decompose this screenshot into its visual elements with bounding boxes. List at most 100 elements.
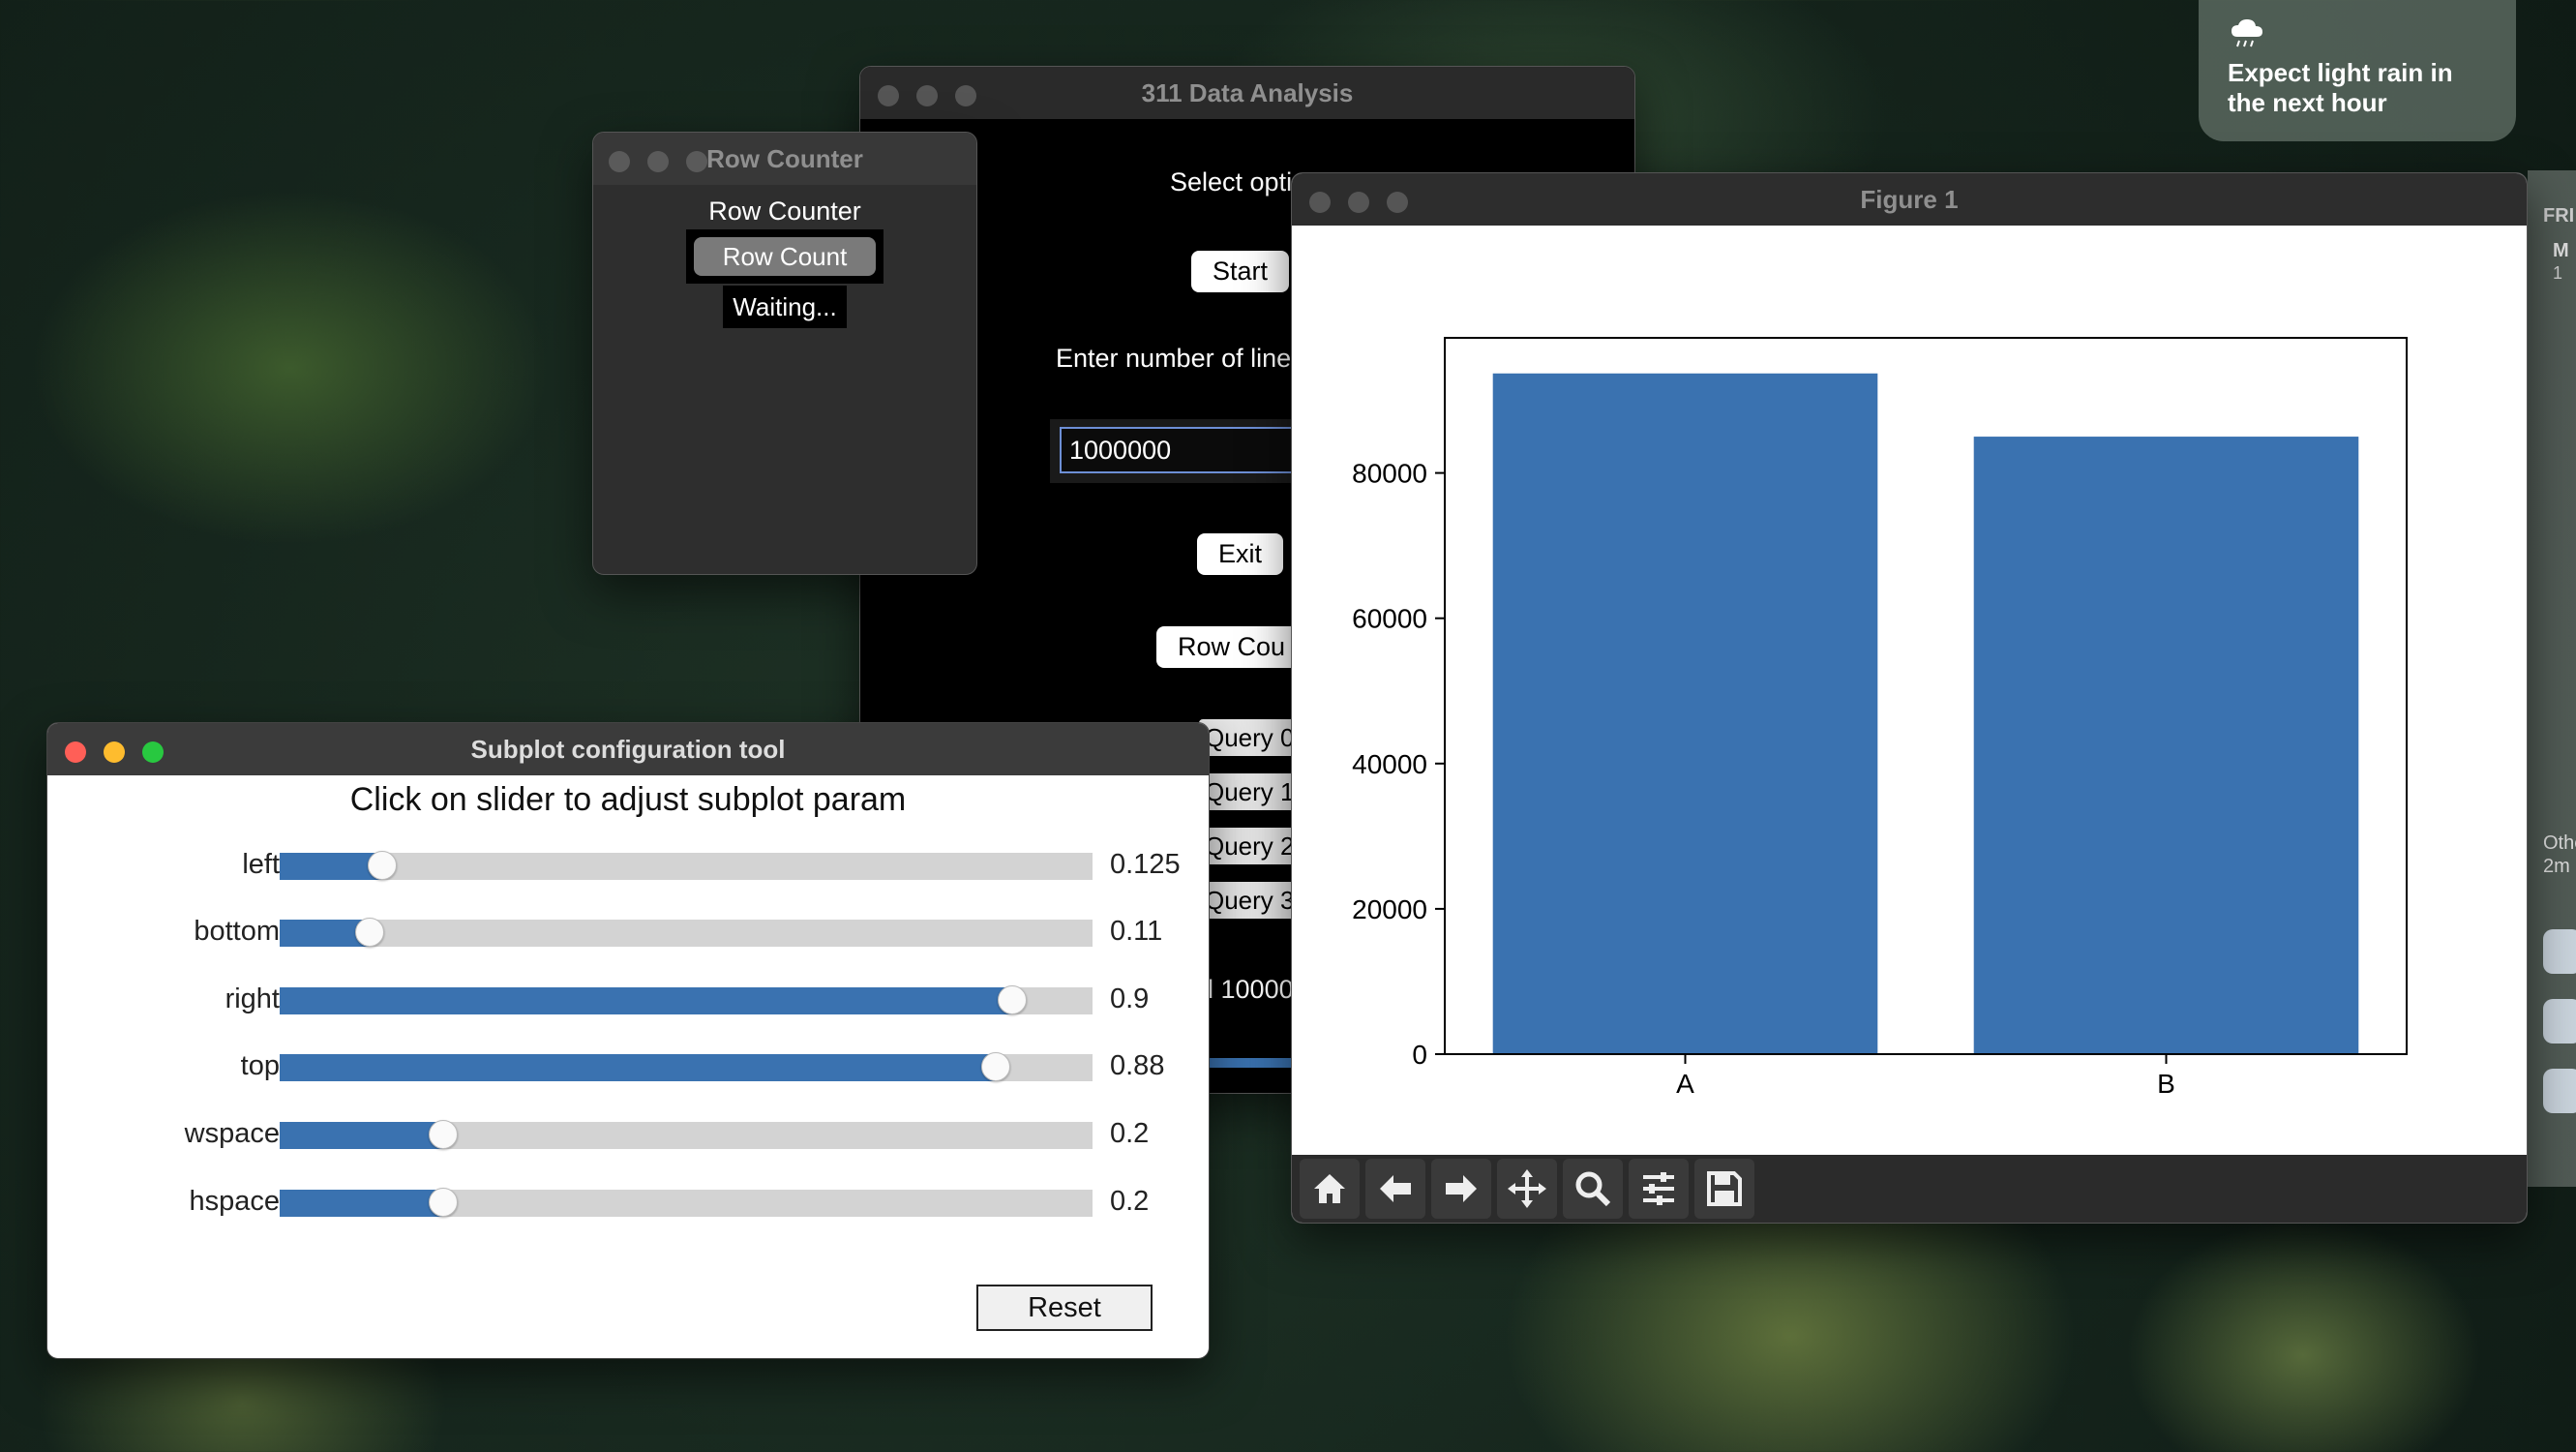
bar-A [1492,373,1878,1054]
slider-handle[interactable] [429,1120,458,1149]
row-counter-heading: Row Counter [708,197,861,226]
minimize-button[interactable] [104,741,125,763]
slider-track[interactable] [280,985,1093,1014]
subplot-config-window: Subplot configuration tool Click on slid… [46,722,1210,1359]
mail-icon[interactable] [2543,999,2576,1044]
side-label-event: M [2553,240,2569,261]
zoom-button[interactable] [1387,192,1408,213]
slider-value: 0.2 [1110,1186,1150,1217]
slider-value: 0.2 [1110,1118,1150,1149]
slider-top[interactable]: top 0.88 [47,1048,1209,1087]
slider-label: bottom [194,916,280,947]
exit-button[interactable]: Exit [1197,533,1284,575]
slider-track[interactable] [280,1188,1093,1217]
data-analysis-titlebar[interactable]: 311 Data Analysis [860,67,1634,119]
slider-value: 0.88 [1110,1050,1165,1081]
start-button[interactable]: Start [1191,251,1290,292]
close-button[interactable] [878,85,899,106]
configure-subplots-icon[interactable] [1629,1159,1689,1219]
select-options-label: Select opti [1170,167,1293,197]
slider-fill [280,987,1011,1014]
y-tick-label: 80000 [1352,459,1427,489]
slider-value: 0.125 [1110,849,1181,880]
home-icon[interactable] [1300,1159,1360,1219]
notification-strip: FRI M 1 Othe 2m [2528,170,2576,1187]
zoom-button[interactable] [686,151,707,172]
row-count-button[interactable]: Row Count [694,237,876,276]
slider-bottom[interactable]: bottom 0.11 [47,914,1209,953]
slider-label: right [225,983,280,1014]
slider-track[interactable] [280,851,1093,880]
bar-chart[interactable]: A B 0 20000 40000 60000 80000 [1292,226,2527,1153]
y-tick-label: 20000 [1352,894,1427,924]
slider-fill [280,1190,442,1217]
window-title: 311 Data Analysis [1141,77,1354,107]
minimize-button[interactable] [916,85,938,106]
slider-value: 0.9 [1110,983,1150,1014]
pan-icon[interactable] [1497,1159,1557,1219]
row-count-button[interactable]: Row Cou [1156,626,1307,668]
slider-fill [280,853,381,880]
row-counter-window: Row Counter Row Counter Row Count Waitin… [592,132,977,575]
slider-handle[interactable] [429,1188,458,1217]
y-tick-label: 0 [1412,1040,1427,1070]
slider-hspace[interactable]: hspace 0.2 [47,1184,1209,1223]
zoom-button[interactable] [955,85,976,106]
slider-handle[interactable] [981,1052,1011,1081]
slider-handle[interactable] [998,985,1027,1014]
side-label-time: 1 [2553,263,2563,283]
window-title: Subplot configuration tool [470,734,786,764]
slider-left[interactable]: left 0.125 [47,847,1209,886]
row-counter-titlebar[interactable]: Row Counter [593,133,976,185]
figure-toolbar [1292,1155,2527,1223]
slider-label: wspace [184,1118,280,1149]
app-icon[interactable] [2543,1069,2576,1113]
slider-fill [280,1054,996,1081]
slider-label: hspace [189,1186,280,1217]
zoom-button[interactable] [142,741,164,763]
y-tick-label: 60000 [1352,604,1427,634]
x-tick-label: B [2157,1069,2175,1099]
row-counter-status: Waiting... [723,286,847,328]
save-icon[interactable] [1694,1159,1754,1219]
zoom-icon[interactable] [1563,1159,1623,1219]
slider-label: left [242,849,280,880]
figure-titlebar[interactable]: Figure 1 [1292,173,2527,226]
side-label-ago: 2m [2543,856,2570,877]
figure-window: Figure 1 A B 0 20000 40000 60000 80000 [1291,172,2528,1224]
slider-label: top [240,1050,280,1081]
minimize-button[interactable] [647,151,669,172]
window-title: Figure 1 [1860,184,1959,214]
cloud-rain-icon [2232,19,2262,47]
slider-wspace[interactable]: wspace 0.2 [47,1116,1209,1155]
back-icon[interactable] [1365,1159,1425,1219]
forward-icon[interactable] [1431,1159,1491,1219]
bar-B [1973,437,2359,1054]
weather-text: Expect light rain in the next hour [2228,58,2453,117]
close-button[interactable] [1309,192,1331,213]
weather-widget[interactable]: Expect light rain in the next hour [2199,0,2516,141]
side-label-day: FRI [2543,205,2575,227]
slider-right[interactable]: right 0.9 [47,982,1209,1020]
status-text: d 10000 [1199,975,1294,1004]
side-label-other: Othe [2543,832,2576,854]
row-count-button-frame: Row Count [686,229,884,284]
y-tick-label: 40000 [1352,749,1427,779]
slider-track[interactable] [280,1120,1093,1149]
subplot-heading: Click on slider to adjust subplot param [349,781,907,818]
lines-label: Enter number of line [1056,344,1292,373]
slider-handle[interactable] [368,851,397,880]
slider-fill [280,1122,442,1149]
close-button[interactable] [609,151,630,172]
slider-handle[interactable] [355,918,385,947]
x-tick-label: A [1676,1069,1694,1099]
minimize-button[interactable] [1348,192,1369,213]
reset-button[interactable]: Reset [976,1285,1153,1331]
slider-track[interactable] [280,918,1093,947]
subplot-config-titlebar[interactable]: Subplot configuration tool [47,723,1209,775]
window-title: Row Counter [706,143,863,173]
finder-icon[interactable] [2543,929,2576,974]
slider-track[interactable] [280,1052,1093,1081]
close-button[interactable] [65,741,86,763]
slider-value: 0.11 [1110,916,1163,947]
